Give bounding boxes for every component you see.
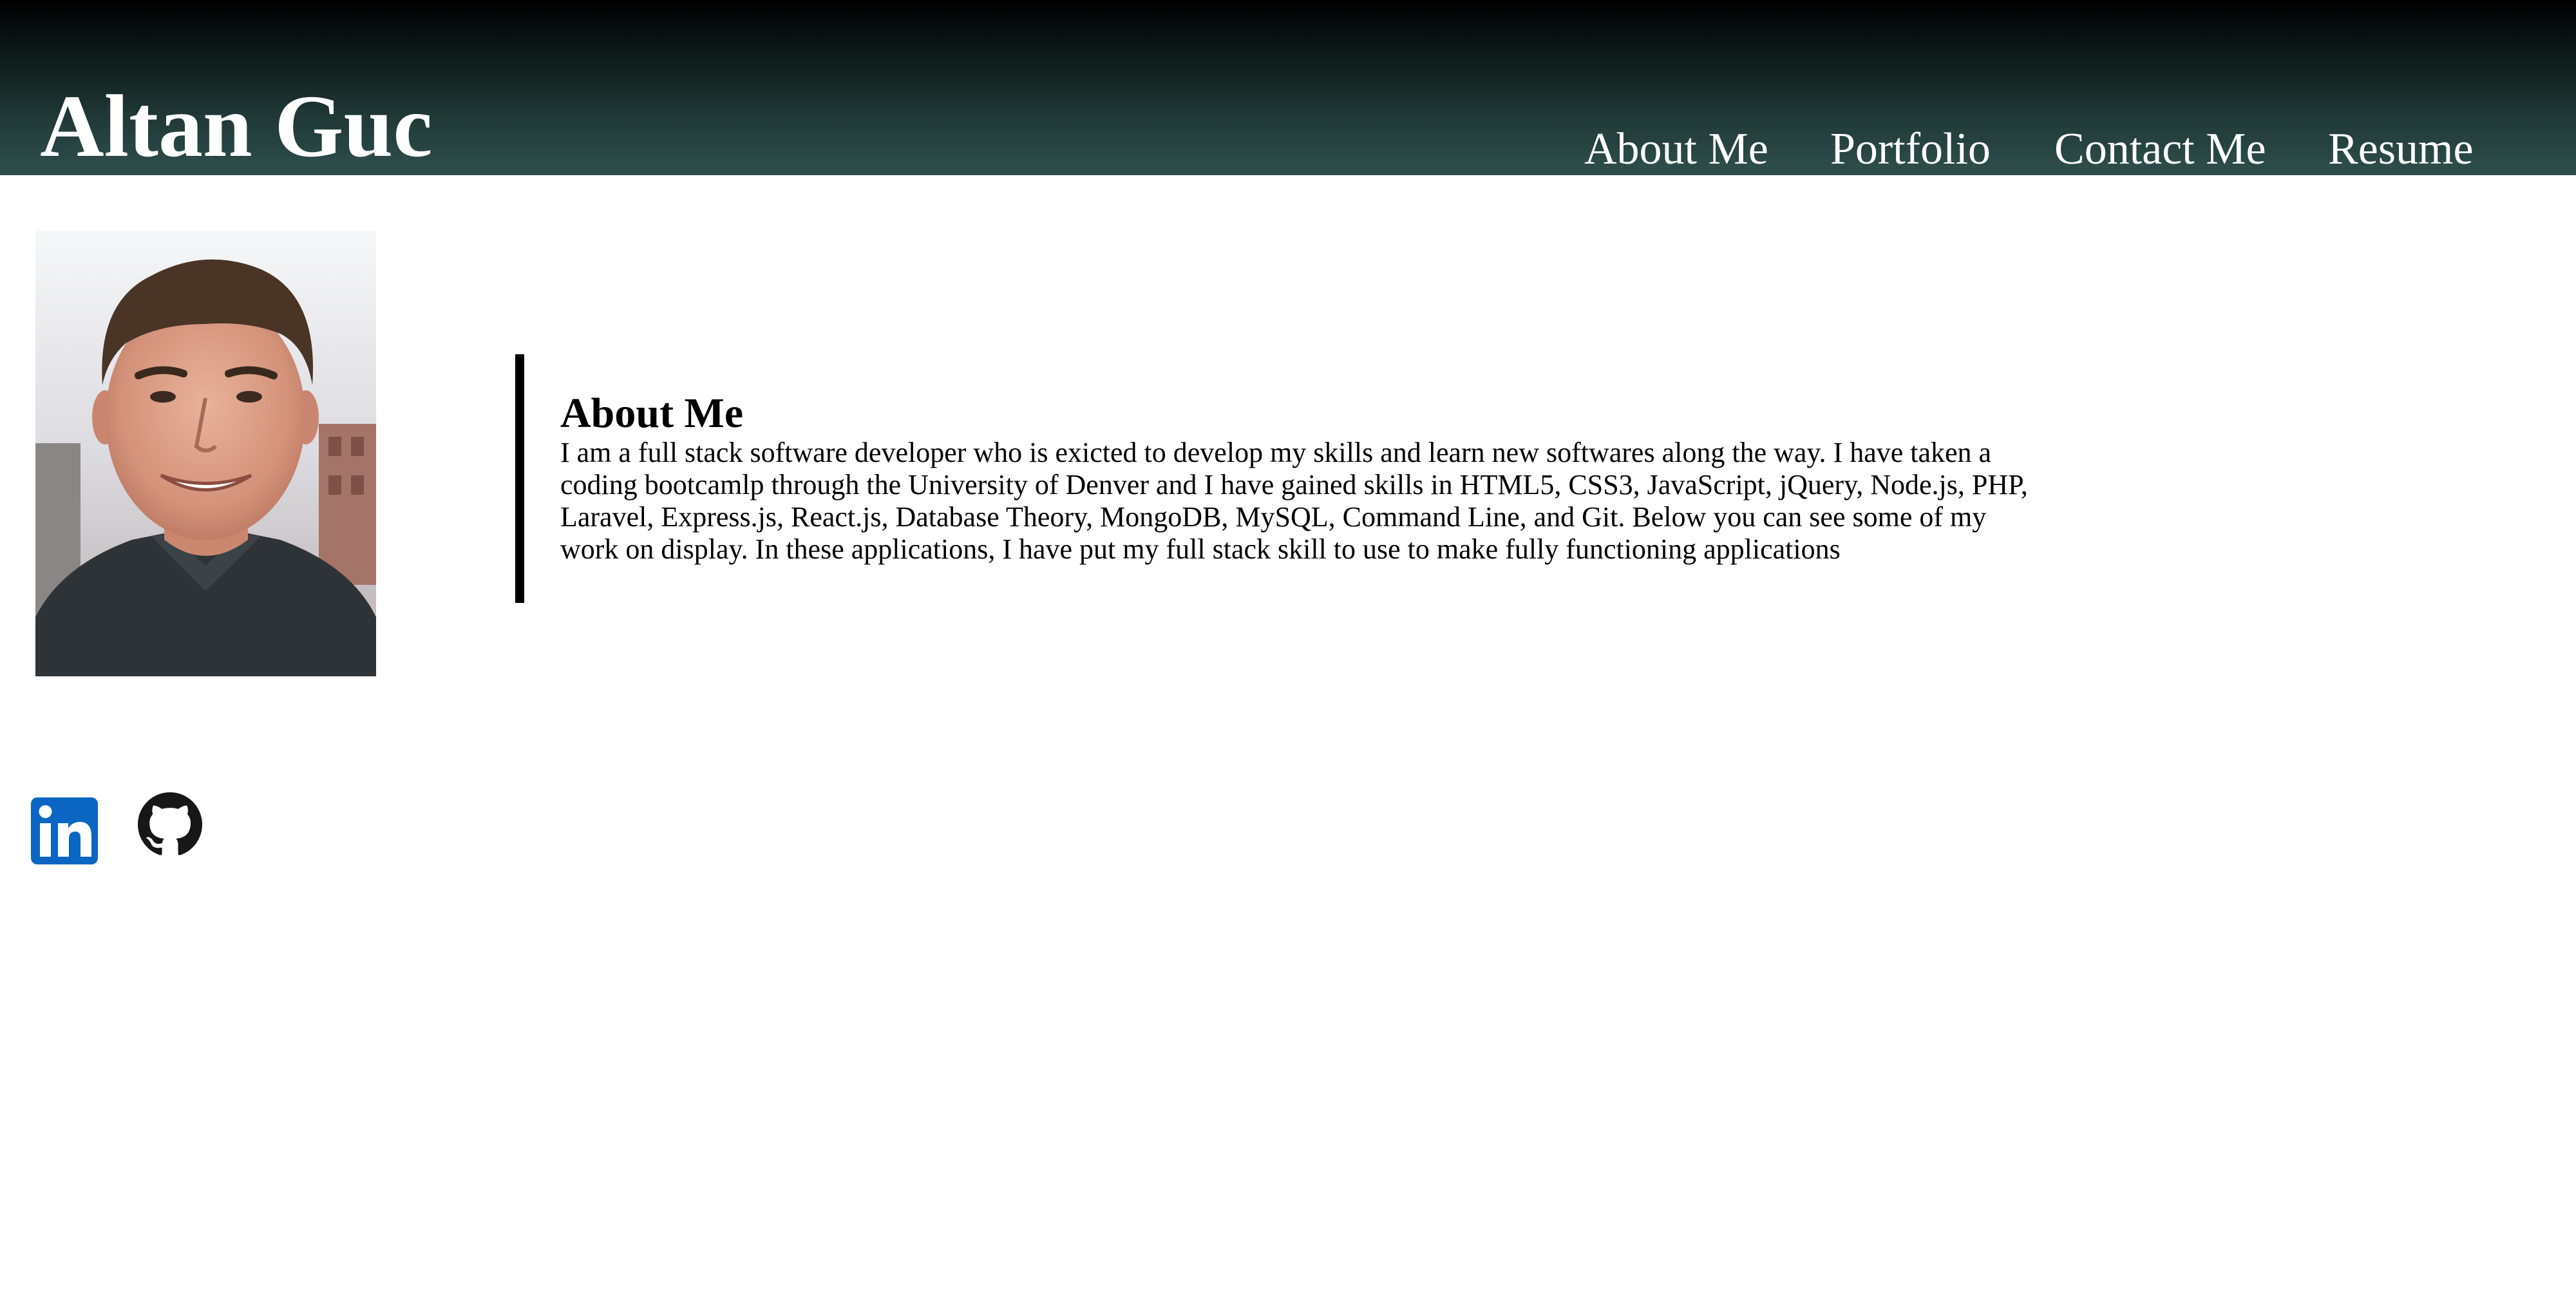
main-nav: About Me Portfolio Contact Me Resume: [1584, 124, 2537, 175]
nav-link-contact-me[interactable]: Contact Me: [2054, 124, 2266, 175]
linkedin-link[interactable]: [31, 797, 98, 864]
linkedin-icon: [31, 797, 98, 864]
github-link[interactable]: [138, 792, 202, 857]
profile-photo: [35, 231, 376, 676]
nav-link-resume[interactable]: Resume: [2328, 124, 2474, 175]
site-header: Altan Guc About Me Portfolio Contact Me …: [0, 0, 2576, 175]
site-title: Altan Guc: [40, 77, 433, 175]
about-section: About Me I am a full stack software deve…: [515, 354, 2070, 603]
page: Altan Guc About Me Portfolio Contact Me …: [0, 0, 2576, 1296]
about-text: I am a full stack software developer who…: [560, 437, 2028, 565]
nav-link-about-me[interactable]: About Me: [1584, 124, 1768, 175]
nav-link-portfolio[interactable]: Portfolio: [1830, 124, 1991, 175]
profile-photo-image: [35, 231, 376, 676]
about-heading: About Me: [560, 390, 744, 437]
github-icon: [138, 792, 202, 855]
